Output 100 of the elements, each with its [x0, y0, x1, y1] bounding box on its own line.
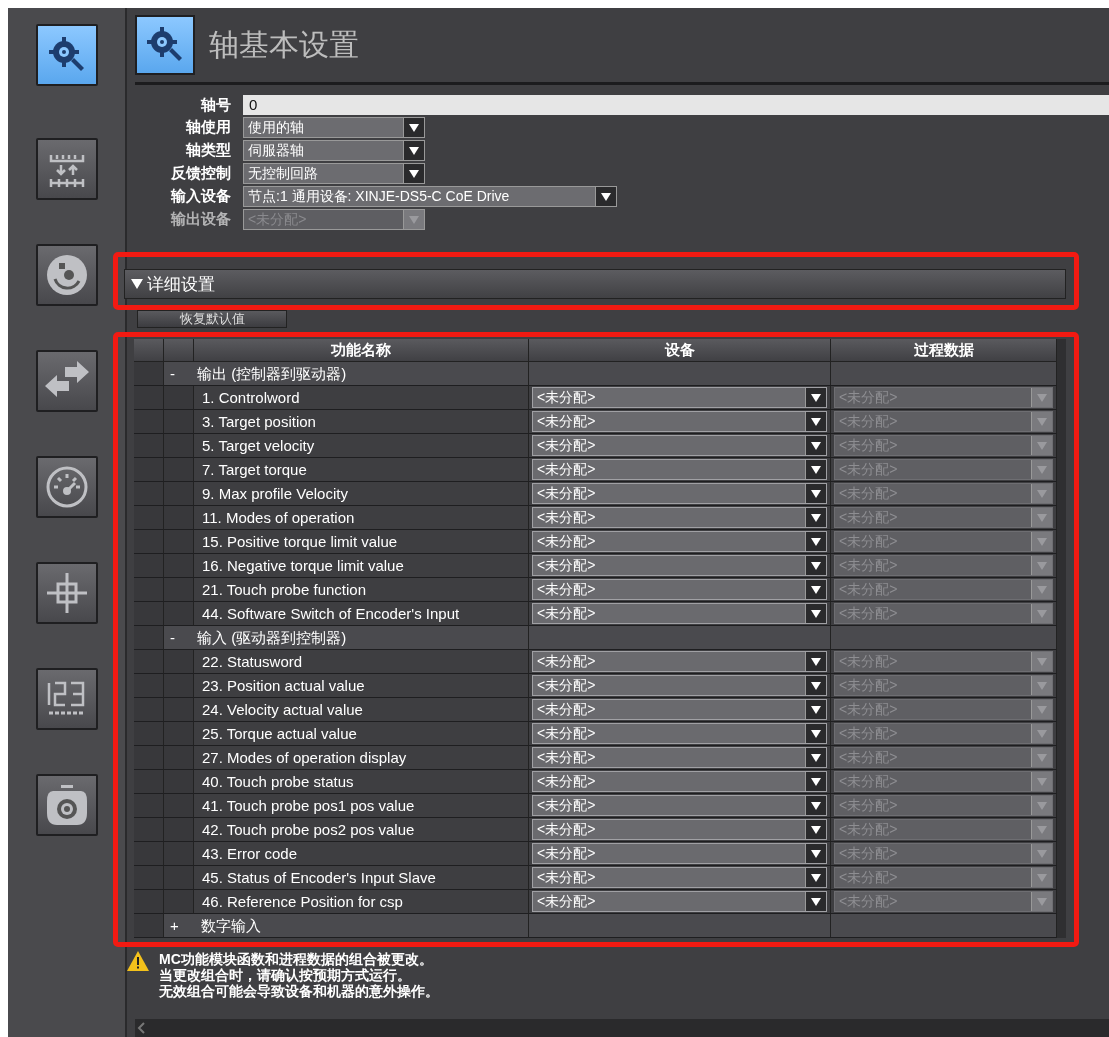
row-header-cell [134, 602, 164, 626]
row-header-cell [134, 746, 164, 770]
row-header-cell [134, 362, 164, 386]
row-header-cell [164, 458, 194, 482]
warning-text: MC功能模块函数和进程数据的组合被更改。 [159, 951, 434, 967]
caret-icon [409, 146, 419, 155]
caret-icon [811, 681, 821, 690]
sidebar-button[interactable] [35, 244, 98, 306]
sidebar-button[interactable] [35, 456, 98, 518]
caret-icon [811, 777, 821, 786]
table-cell: 1. Controlword [194, 386, 529, 410]
row-header-cell [164, 386, 194, 410]
caret-icon [409, 123, 419, 132]
column-header: 设备 [529, 339, 831, 362]
table-cell: 7. Target torque [194, 458, 529, 482]
row-header-cell [164, 842, 194, 866]
group-row[interactable]: - 输入 (驱动器到控制器) [164, 626, 529, 650]
caret-icon [811, 705, 821, 714]
dropdown[interactable]: <未分配> [532, 819, 827, 840]
caret-icon [811, 585, 821, 594]
caret-icon [811, 417, 821, 426]
row-header-cell [134, 674, 164, 698]
caret-icon [811, 561, 821, 570]
dropdown[interactable]: 节点:1 通用设备: XINJE-DS5-C CoE Drive [243, 186, 617, 207]
caret-icon [1037, 561, 1047, 570]
sidebar-button[interactable] [35, 562, 98, 624]
row-header-cell [164, 770, 194, 794]
input-field[interactable]: 0 [243, 95, 1109, 115]
sidebar-button[interactable] [35, 668, 98, 730]
sidebar-button[interactable] [35, 774, 98, 836]
field-label: 反馈控制 [170, 164, 231, 183]
caret-icon [1037, 609, 1047, 618]
table-cell: 21. Touch probe function [194, 578, 529, 602]
warning-text: 无效组合可能会导致设备和机器的意外操作。 [159, 983, 439, 999]
dropdown[interactable]: <未分配> [532, 459, 827, 480]
table-cell: 45. Status of Encoder's Input Slave [194, 866, 529, 890]
table-header [134, 339, 164, 362]
horizontal-scrollbar[interactable] [135, 1019, 1109, 1037]
row-header-cell [134, 866, 164, 890]
caret-icon [811, 873, 821, 882]
caret-icon [1037, 705, 1047, 714]
reset-button[interactable]: 恢复默认值 [137, 310, 287, 328]
sidebar-button[interactable] [35, 138, 98, 200]
table-cell: 15. Positive torque limit value [194, 530, 529, 554]
expand-toggle[interactable]: + [170, 914, 179, 937]
row-header-cell [164, 482, 194, 506]
row-header-cell [164, 674, 194, 698]
row-header-cell [164, 410, 194, 434]
dropdown[interactable]: <未分配> [532, 411, 827, 432]
dropdown[interactable]: <未分配> [532, 843, 827, 864]
caret-icon [811, 729, 821, 738]
dropdown[interactable]: <未分配> [532, 387, 827, 408]
dropdown[interactable]: <未分配> [532, 555, 827, 576]
row-header-cell [134, 722, 164, 746]
caret-icon [811, 753, 821, 762]
caret-icon [1037, 825, 1047, 834]
caret-icon [1037, 585, 1047, 594]
row-header-cell [134, 794, 164, 818]
dropdown[interactable]: <未分配> [532, 795, 827, 816]
dropdown[interactable]: <未分配> [532, 771, 827, 792]
dropdown[interactable]: <未分配> [532, 891, 827, 912]
dropdown[interactable]: <未分配> [532, 651, 827, 672]
dropdown[interactable]: 伺服器轴 [243, 140, 425, 161]
table-cell: 3. Target position [194, 410, 529, 434]
group-row[interactable]: - 输出 (控制器到驱动器) [164, 362, 529, 386]
caret-icon [1037, 513, 1047, 522]
dropdown[interactable]: <未分配> [532, 675, 827, 696]
field-label: 轴使用 [184, 118, 231, 137]
section-header[interactable]: 详细设置 [124, 269, 1066, 299]
table-cell: 40. Touch probe status [194, 770, 529, 794]
dropdown[interactable]: <未分配> [532, 867, 827, 888]
expand-toggle[interactable]: - [170, 362, 175, 385]
sidebar-button[interactable] [35, 350, 98, 412]
dropdown[interactable]: <未分配> [532, 747, 827, 768]
caret-icon [1037, 729, 1047, 738]
dropdown[interactable]: <未分配> [532, 723, 827, 744]
dropdown[interactable]: <未分配> [532, 603, 827, 624]
caret-icon [1037, 393, 1047, 402]
dropdown[interactable]: 使用的轴 [243, 117, 425, 138]
dropdown[interactable]: 无控制回路 [243, 163, 425, 184]
dropdown[interactable]: <未分配> [532, 435, 827, 456]
expand-toggle[interactable]: - [170, 626, 175, 649]
dropdown[interactable]: <未分配> [532, 507, 827, 528]
sidebar-button[interactable] [35, 24, 98, 86]
scroll-left-icon [137, 1022, 145, 1034]
dropdown[interactable]: <未分配> [532, 531, 827, 552]
caret-icon [1037, 897, 1047, 906]
dropdown[interactable]: <未分配> [532, 699, 827, 720]
caret-icon [409, 169, 419, 178]
group-row[interactable]: + 数字输入 [164, 914, 529, 938]
caret-icon [1037, 489, 1047, 498]
caret-icon [1037, 873, 1047, 882]
dropdown[interactable]: <未分配> [532, 579, 827, 600]
group-title: 输入 (驱动器到控制器) [197, 628, 347, 648]
dropdown[interactable]: <未分配> [532, 483, 827, 504]
caret-icon [1037, 417, 1047, 426]
row-header-cell [164, 434, 194, 458]
caret-icon [811, 897, 821, 906]
caret-icon [811, 537, 821, 546]
caret-icon [1037, 753, 1047, 762]
